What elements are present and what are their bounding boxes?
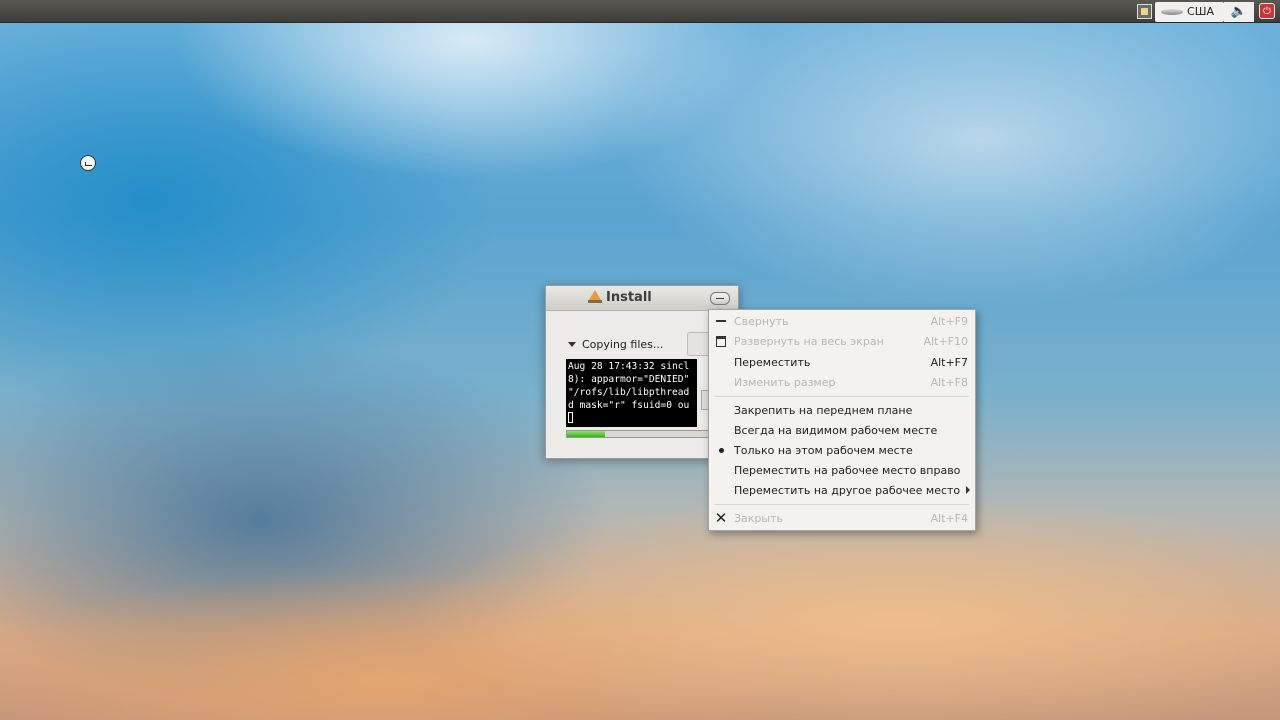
- installer-icon: [588, 290, 602, 304]
- window-titlebar[interactable]: Install: [546, 286, 738, 311]
- terminal-output: Aug 28 17:43:32 sincl 8): apparmor="DENI…: [566, 359, 697, 427]
- menu-item-label: Свернуть: [734, 314, 789, 328]
- power-icon[interactable]: ⏻: [1254, 0, 1280, 22]
- progress-fill: [567, 431, 606, 437]
- progress-bar: [566, 430, 710, 438]
- menu-item-minimize[interactable]: Свернуть Alt+F9: [709, 311, 975, 331]
- menu-item-always-on-visible-workspace[interactable]: Всегда на видимом рабочем месте: [709, 420, 975, 440]
- terminal-line: 8): apparmor="DENIED": [568, 374, 690, 385]
- terminal-line: Aug 28 17:43:32 sincl: [568, 361, 690, 372]
- menu-item-shortcut: Alt+F10: [923, 334, 968, 348]
- menu-item-maximize[interactable]: Развернуть на весь экран Alt+F10: [709, 331, 975, 351]
- menu-item-shortcut: Alt+F4: [930, 511, 968, 525]
- menu-item-move[interactable]: Переместить Alt+F7: [709, 352, 975, 372]
- speaker-icon[interactable]: 🔈: [1224, 1, 1254, 22]
- network-icon[interactable]: [1133, 0, 1155, 22]
- details-label: Copying files...: [582, 338, 664, 351]
- menu-item-move-to-another-workspace[interactable]: Переместить на другое рабочее место: [709, 480, 975, 500]
- menu-item-label: Закрепить на переднем плане: [734, 403, 913, 417]
- system-tray: США 🔈 ⏻: [1133, 0, 1280, 22]
- triangle-down-icon: [568, 342, 576, 347]
- terminal-line: d mask="r" fsuid=0 ou: [568, 400, 690, 411]
- menu-item-shortcut: Alt+F8: [930, 375, 968, 389]
- minimize-button[interactable]: [710, 292, 730, 305]
- menu-item-move-workspace-right[interactable]: Переместить на рабочее место вправо: [709, 460, 975, 480]
- close-icon: ✕: [714, 509, 728, 527]
- menu-separator: [715, 504, 969, 505]
- menu-item-shortcut: Alt+F7: [930, 355, 968, 369]
- terminal-line: "/rofs/lib/libpthread: [568, 387, 690, 398]
- menu-item-label: Закрыть: [734, 511, 783, 525]
- mouse-cursor-icon: [80, 155, 96, 171]
- menu-item-label: Только на этом рабочем месте: [734, 443, 913, 457]
- menu-item-label: Переместить на другое рабочее место: [734, 483, 961, 497]
- details-expander[interactable]: Copying files...: [568, 338, 663, 351]
- menu-separator: [715, 396, 969, 397]
- top-panel: США 🔈 ⏻: [0, 0, 1280, 23]
- menu-item-label: Всегда на видимом рабочем месте: [734, 423, 938, 437]
- maximize-icon: [715, 335, 727, 347]
- window-context-menu: Свернуть Alt+F9 Развернуть на весь экран…: [708, 309, 976, 531]
- menu-item-only-this-workspace[interactable]: Только на этом рабочем месте: [709, 440, 975, 460]
- menu-item-label: Изменить размер: [734, 375, 836, 389]
- keyboard-layout-label: США: [1187, 5, 1214, 18]
- submenu-arrow-icon: [966, 486, 970, 494]
- menu-item-shortcut: Alt+F9: [930, 314, 968, 328]
- menu-item-label: Переместить: [734, 355, 811, 369]
- menu-item-close[interactable]: ✕ Закрыть Alt+F4: [709, 508, 975, 528]
- terminal-cursor: [568, 412, 573, 423]
- keyboard-layout-indicator[interactable]: США: [1155, 1, 1224, 22]
- menu-item-label: Развернуть на весь экран: [734, 334, 884, 348]
- keyboard-icon: [1161, 8, 1184, 15]
- menu-item-resize[interactable]: Изменить размер Alt+F8: [709, 372, 975, 392]
- menu-item-label: Переместить на рабочее место вправо: [734, 463, 961, 477]
- menu-item-always-on-top[interactable]: Закрепить на переднем плане: [709, 400, 975, 420]
- bullet-icon: [715, 444, 727, 456]
- window-title: Install: [606, 290, 652, 305]
- minimize-icon: [715, 315, 727, 327]
